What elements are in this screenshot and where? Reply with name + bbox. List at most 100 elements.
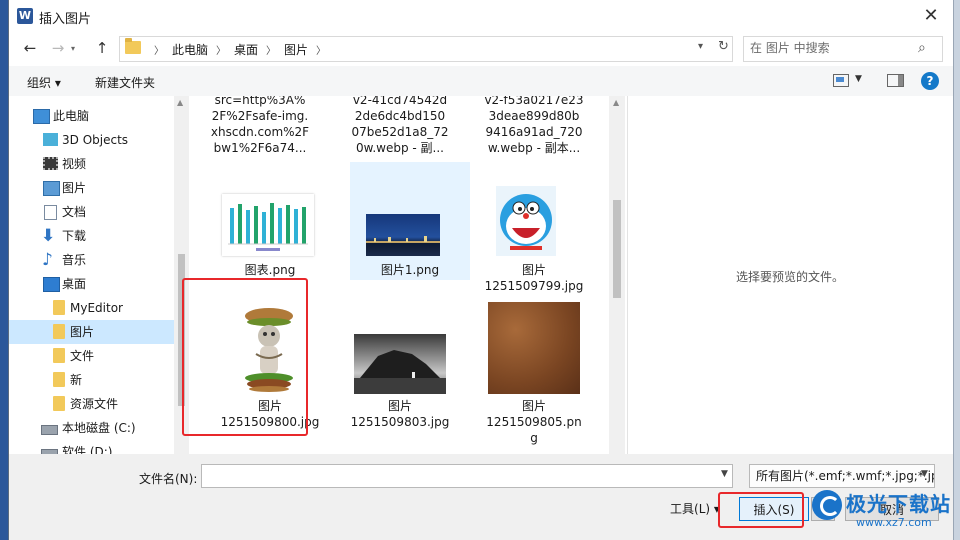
- label-line: 图片: [521, 263, 546, 277]
- organize-button[interactable]: 组织 ▾: [27, 74, 61, 91]
- label-line: src=http%3A%: [214, 96, 306, 107]
- desktop-icon: [43, 277, 60, 292]
- sidebar-item-disk-c[interactable]: 本地磁盘 (C:): [9, 416, 174, 440]
- view-dropdown-icon[interactable]: ▼: [855, 74, 862, 84]
- file-name: 图片 1251509805.pn g: [474, 398, 594, 446]
- sidebar-item-music[interactable]: ♪ 音乐: [9, 248, 174, 272]
- thumbnail-leather: [488, 302, 580, 394]
- breadcrumb-this-pc[interactable]: 此电脑: [172, 43, 208, 57]
- scroll-up-icon[interactable]: ▲: [177, 98, 183, 107]
- label-line: 图片: [387, 399, 412, 413]
- search-box[interactable]: ⌕: [743, 36, 943, 62]
- back-button[interactable]: ←: [19, 38, 41, 58]
- label-line: g: [530, 431, 538, 445]
- file-tile-chart[interactable]: 图表.png: [210, 166, 330, 278]
- address-bar[interactable]: 〉此电脑〉桌面〉图片〉 ▾ ↻: [119, 36, 733, 62]
- sidebar-item-pictures[interactable]: 图片: [9, 176, 174, 200]
- file-tile-1251509803[interactable]: 图片 1251509803.jpg: [340, 302, 460, 442]
- toolbar: 组织 ▾ 新建文件夹 ▼ ?: [9, 66, 953, 96]
- sidebar-item-videos[interactable]: 视频: [9, 152, 174, 176]
- file-type-select[interactable]: 所有图片(*.emf;*.wmf;*.jpg;*.jp: [749, 464, 935, 488]
- documents-icon: [44, 205, 57, 220]
- label-line: 图片: [521, 399, 546, 413]
- sidebar-item-label: 视频: [62, 157, 87, 171]
- up-button[interactable]: ↑: [91, 38, 113, 58]
- label-line: bw1%2F6a74...: [213, 141, 307, 155]
- file-label-partial[interactable]: v2-f53a0217e23 3deae899d80b 9416a91ad_72…: [474, 96, 594, 156]
- label-line: w.webp - 副本...: [487, 141, 581, 155]
- sidebar-item-resources[interactable]: 资源文件: [9, 392, 174, 416]
- filename-dropdown-icon[interactable]: ▼: [721, 469, 728, 479]
- sidebar-item-files[interactable]: 文件: [9, 344, 174, 368]
- search-icon[interactable]: ⌕: [918, 40, 926, 56]
- navigation-pane: 此电脑 3D Objects 视频 图片 文档 ⬇ 下载 ♪ 音乐 桌面 MyE…: [9, 96, 174, 454]
- thumbnail-bar-chart: [222, 194, 314, 256]
- label-line: 2F%2Fsafe-img.: [211, 109, 309, 123]
- filename-field[interactable]: [201, 464, 733, 488]
- folder-icon: [53, 324, 65, 339]
- folder-icon: [125, 38, 141, 54]
- disk-icon: [41, 425, 58, 435]
- label-line: xhscdn.com%2F: [210, 125, 310, 139]
- file-type-dropdown-icon[interactable]: ▼: [921, 469, 928, 479]
- breadcrumb-pictures[interactable]: 图片: [284, 43, 308, 57]
- address-dropdown-icon[interactable]: ▾: [698, 41, 703, 52]
- file-label-partial[interactable]: src=http%3A% 2F%2Fsafe-img. xhscdn.com%2…: [200, 96, 320, 156]
- folder-icon: [53, 396, 65, 411]
- chevron-right-icon[interactable]: 〉: [266, 46, 276, 57]
- video-icon: [43, 157, 58, 170]
- recent-locations-chevron-icon[interactable]: ▾: [71, 44, 75, 53]
- highlight-insert-button: [718, 492, 804, 528]
- sidebar-item-label: 文件: [70, 349, 95, 363]
- sidebar-item-label: 新: [70, 373, 83, 387]
- folder-icon: [53, 348, 65, 363]
- sidebar-item-myeditor[interactable]: MyEditor: [9, 296, 174, 320]
- help-icon[interactable]: ?: [921, 72, 939, 90]
- thumbnail-rock-bw: [354, 334, 446, 394]
- sidebar-item-pictures-folder[interactable]: 图片: [9, 320, 174, 344]
- scroll-up-icon[interactable]: ▲: [613, 98, 619, 107]
- sidebar-item-this-pc[interactable]: 此电脑: [9, 104, 174, 128]
- sidebar-item-disk-d[interactable]: 软件 (D:): [9, 440, 174, 454]
- chevron-right-icon[interactable]: 〉: [216, 46, 226, 57]
- title-bar: W 插入图片 ✕: [9, 0, 953, 32]
- label-line: 图表.png: [244, 263, 296, 277]
- refresh-icon[interactable]: ↻: [718, 39, 729, 54]
- breadcrumb: 〉此电脑〉桌面〉图片〉: [146, 41, 334, 58]
- sidebar-item-desktop[interactable]: 桌面: [9, 272, 174, 296]
- sidebar-item-label: MyEditor: [70, 301, 123, 315]
- download-icon: ⬇: [41, 226, 56, 246]
- sidebar-item-documents[interactable]: 文档: [9, 200, 174, 224]
- file-name: 图片1.png: [350, 262, 470, 278]
- label-line: 图片1.png: [380, 263, 440, 277]
- preview-pane-icon[interactable]: [887, 74, 904, 87]
- background-app-strip: [0, 0, 8, 540]
- breadcrumb-desktop[interactable]: 桌面: [234, 43, 258, 57]
- label-line: 1251509799.jpg: [484, 279, 584, 293]
- scroll-thumb[interactable]: [613, 200, 621, 298]
- chevron-right-icon[interactable]: 〉: [316, 46, 326, 57]
- file-label-partial[interactable]: v2-41cd74542d 2de6dc4bd150 07be52d1a8_72…: [340, 96, 460, 156]
- file-tile-1251509805[interactable]: 图片 1251509805.pn g: [474, 302, 594, 454]
- file-tile-picture1[interactable]: 图片1.png: [350, 162, 470, 280]
- folder-icon: [53, 300, 65, 315]
- change-view-icon[interactable]: [833, 74, 849, 87]
- sidebar-item-label: 桌面: [62, 277, 87, 291]
- sidebar-item-downloads[interactable]: ⬇ 下载: [9, 224, 174, 248]
- forward-button[interactable]: →: [47, 38, 69, 58]
- file-list-scrollbar[interactable]: ▲: [609, 96, 625, 454]
- new-folder-button[interactable]: 新建文件夹: [95, 74, 155, 91]
- close-button[interactable]: ✕: [909, 0, 953, 32]
- sidebar-item-new[interactable]: 新: [9, 368, 174, 392]
- watermark-logo-icon: [812, 490, 842, 520]
- chevron-right-icon: 〉: [154, 46, 164, 57]
- highlight-selected-file: [182, 278, 308, 436]
- sidebar-item-label: 音乐: [62, 253, 87, 267]
- label-line: 1251509803.jpg: [350, 415, 450, 429]
- search-input[interactable]: [750, 41, 910, 55]
- filename-input[interactable]: [206, 466, 710, 488]
- sidebar-item-3d-objects[interactable]: 3D Objects: [9, 128, 174, 152]
- thumbnail-night-city: [366, 214, 440, 256]
- file-tile-1251509799[interactable]: 图片 1251509799.jpg: [474, 166, 594, 306]
- file-name: 图片 1251509799.jpg: [474, 262, 594, 294]
